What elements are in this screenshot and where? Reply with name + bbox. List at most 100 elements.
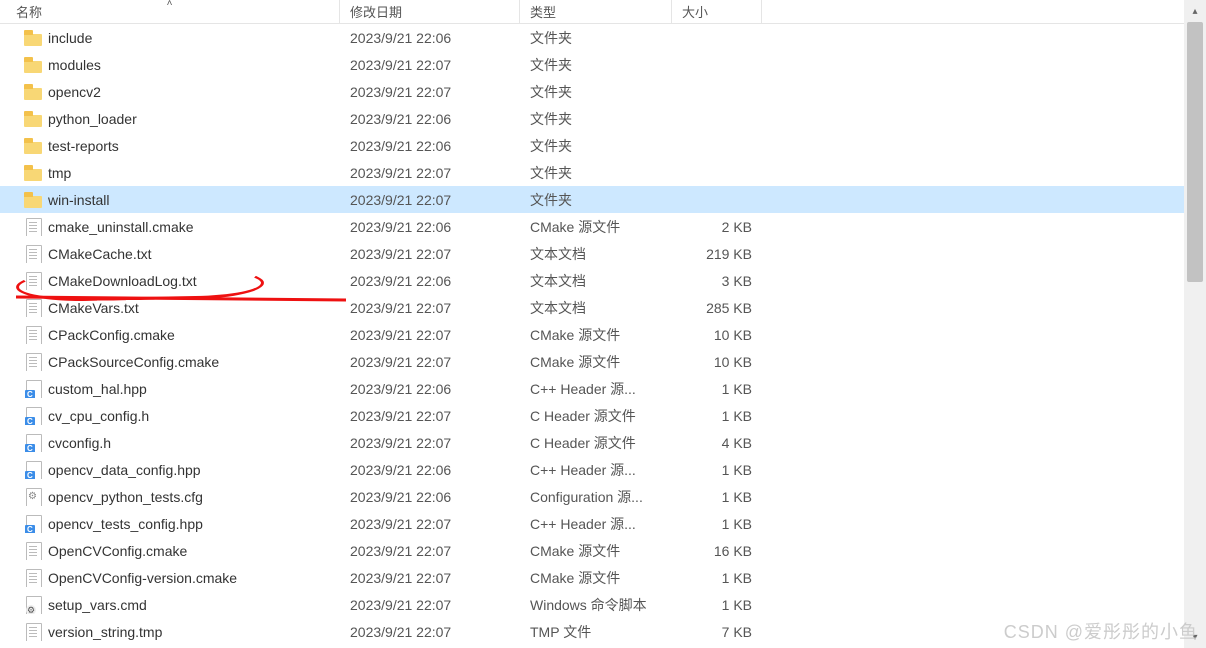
file-icon <box>24 353 42 371</box>
file-type-cell: CMake 源文件 <box>520 352 672 372</box>
scroll-thumb[interactable] <box>1187 22 1203 282</box>
file-row[interactable]: tmp2023/9/21 22:07文件夹 <box>0 159 1184 186</box>
column-header-type-label: 类型 <box>530 2 556 21</box>
file-row[interactable]: opencv_tests_config.hpp2023/9/21 22:07C+… <box>0 510 1184 537</box>
code-icon <box>24 434 42 452</box>
file-type-cell: 文件夹 <box>520 55 672 75</box>
file-name-label: setup_vars.cmd <box>48 597 147 613</box>
file-date-cell: 2023/9/21 22:07 <box>340 408 520 424</box>
file-type-cell: Configuration 源... <box>520 487 672 507</box>
file-name-label: CMakeCache.txt <box>48 246 151 262</box>
file-row[interactable]: OpenCVConfig.cmake2023/9/21 22:07CMake 源… <box>0 537 1184 564</box>
file-name-cell: CMakeCache.txt <box>0 245 340 263</box>
file-row[interactable]: custom_hal.hpp2023/9/21 22:06C++ Header … <box>0 375 1184 402</box>
folder-icon <box>24 191 42 209</box>
file-row[interactable]: python_loader2023/9/21 22:06文件夹 <box>0 105 1184 132</box>
file-name-cell: CPackConfig.cmake <box>0 326 340 344</box>
file-name-cell: version_string.tmp <box>0 623 340 641</box>
folder-icon <box>24 164 42 182</box>
column-header-size-label: 大小 <box>682 2 708 21</box>
file-row[interactable]: opencv_data_config.hpp2023/9/21 22:06C++… <box>0 456 1184 483</box>
file-type-cell: TMP 文件 <box>520 622 672 642</box>
file-date-cell: 2023/9/21 22:07 <box>340 192 520 208</box>
file-name-cell: include <box>0 29 340 47</box>
file-date-cell: 2023/9/21 22:07 <box>340 354 520 370</box>
file-row[interactable]: cmake_uninstall.cmake2023/9/21 22:06CMak… <box>0 213 1184 240</box>
file-type-cell: 文本文档 <box>520 298 672 318</box>
file-icon <box>24 299 42 317</box>
file-name-label: CMakeVars.txt <box>48 300 139 316</box>
file-date-cell: 2023/9/21 22:06 <box>340 273 520 289</box>
file-row[interactable]: CPackConfig.cmake 2023/9/21 22:07CMake 源文… <box>0 321 1184 348</box>
file-row[interactable]: test-reports2023/9/21 22:06文件夹 <box>0 132 1184 159</box>
file-size-cell: 10 KB <box>672 354 762 370</box>
scroll-down-button[interactable]: ▾ <box>1184 626 1206 648</box>
code-icon <box>24 407 42 425</box>
cfg-icon <box>24 488 42 506</box>
file-type-cell: CMake 源文件 <box>520 217 672 237</box>
file-date-cell: 2023/9/21 22:07 <box>340 543 520 559</box>
file-name-label: win-install <box>48 192 109 208</box>
vertical-scrollbar[interactable]: ▴ ▾ <box>1184 0 1206 648</box>
file-row[interactable]: setup_vars.cmd2023/9/21 22:07Windows 命令脚… <box>0 591 1184 618</box>
file-name-cell: opencv_tests_config.hpp <box>0 515 340 533</box>
column-header-name-label: 名称 <box>16 2 42 21</box>
sort-ascending-icon: ˄ <box>167 0 173 9</box>
file-name-cell: opencv_python_tests.cfg <box>0 488 340 506</box>
code-icon <box>24 380 42 398</box>
column-header-name[interactable]: ˄ 名称 <box>0 0 340 23</box>
file-type-cell: Windows 命令脚本 <box>520 595 672 615</box>
file-row[interactable]: include2023/9/21 22:06文件夹 <box>0 24 1184 51</box>
file-size-cell: 1 KB <box>672 489 762 505</box>
file-type-cell: C++ Header 源... <box>520 514 672 534</box>
file-size-cell: 1 KB <box>672 408 762 424</box>
column-header-type[interactable]: 类型 <box>520 0 672 23</box>
file-date-cell: 2023/9/21 22:06 <box>340 381 520 397</box>
file-row[interactable]: CMakeDownloadLog.txt2023/9/21 22:06文本文档3… <box>0 267 1184 294</box>
file-icon <box>24 326 42 344</box>
file-row[interactable]: win-install 2023/9/21 22:07文件夹 <box>0 186 1184 213</box>
file-type-cell: CMake 源文件 <box>520 541 672 561</box>
file-row[interactable]: CPackSourceConfig.cmake2023/9/21 22:07CM… <box>0 348 1184 375</box>
file-icon <box>24 623 42 641</box>
file-icon <box>24 272 42 290</box>
file-type-cell: C++ Header 源... <box>520 460 672 480</box>
file-explorer-window: ˄ 名称 修改日期 类型 大小 include2023/9/21 22:06文件… <box>0 0 1206 648</box>
file-row[interactable]: CMakeVars.txt2023/9/21 22:07文本文档285 KB <box>0 294 1184 321</box>
file-date-cell: 2023/9/21 22:07 <box>340 327 520 343</box>
file-row[interactable]: opencv_python_tests.cfg2023/9/21 22:06Co… <box>0 483 1184 510</box>
file-row[interactable]: CMakeCache.txt2023/9/21 22:07文本文档219 KB <box>0 240 1184 267</box>
scroll-up-button[interactable]: ▴ <box>1184 0 1206 22</box>
file-date-cell: 2023/9/21 22:07 <box>340 624 520 640</box>
cmd-icon <box>24 596 42 614</box>
file-type-cell: 文件夹 <box>520 163 672 183</box>
code-icon <box>24 461 42 479</box>
file-row[interactable]: cvconfig.h2023/9/21 22:07C Header 源文件4 K… <box>0 429 1184 456</box>
file-type-cell: 文件夹 <box>520 190 672 210</box>
file-name-label: python_loader <box>48 111 137 127</box>
file-date-cell: 2023/9/21 22:07 <box>340 84 520 100</box>
file-size-cell: 1 KB <box>672 381 762 397</box>
column-header-date[interactable]: 修改日期 <box>340 0 520 23</box>
file-date-cell: 2023/9/21 22:07 <box>340 165 520 181</box>
file-row[interactable]: opencv22023/9/21 22:07文件夹 <box>0 78 1184 105</box>
file-row[interactable]: cv_cpu_config.h2023/9/21 22:07C Header 源… <box>0 402 1184 429</box>
file-type-cell: CMake 源文件 <box>520 325 672 345</box>
file-row[interactable]: OpenCVConfig-version.cmake 2023/9/21 22:0… <box>0 564 1184 591</box>
file-row[interactable]: modules2023/9/21 22:07文件夹 <box>0 51 1184 78</box>
column-header-size[interactable]: 大小 <box>672 0 762 23</box>
file-name-cell: test-reports <box>0 137 340 155</box>
file-size-cell: 16 KB <box>672 543 762 559</box>
file-name-cell: modules <box>0 56 340 74</box>
file-row[interactable]: version_string.tmp2023/9/21 22:07TMP 文件7… <box>0 618 1184 645</box>
file-name-cell: cv_cpu_config.h <box>0 407 340 425</box>
file-type-cell: 文本文档 <box>520 271 672 291</box>
file-size-cell: 1 KB <box>672 516 762 532</box>
file-date-cell: 2023/9/21 22:07 <box>340 570 520 586</box>
file-size-cell: 1 KB <box>672 597 762 613</box>
file-name-label: CPackConfig.cmake <box>48 327 175 343</box>
file-name-label: test-reports <box>48 138 119 154</box>
file-name-label: OpenCVConfig-version.cmake <box>48 570 237 586</box>
file-name-cell: CMakeDownloadLog.txt <box>0 272 340 290</box>
file-name-label: opencv2 <box>48 84 101 100</box>
